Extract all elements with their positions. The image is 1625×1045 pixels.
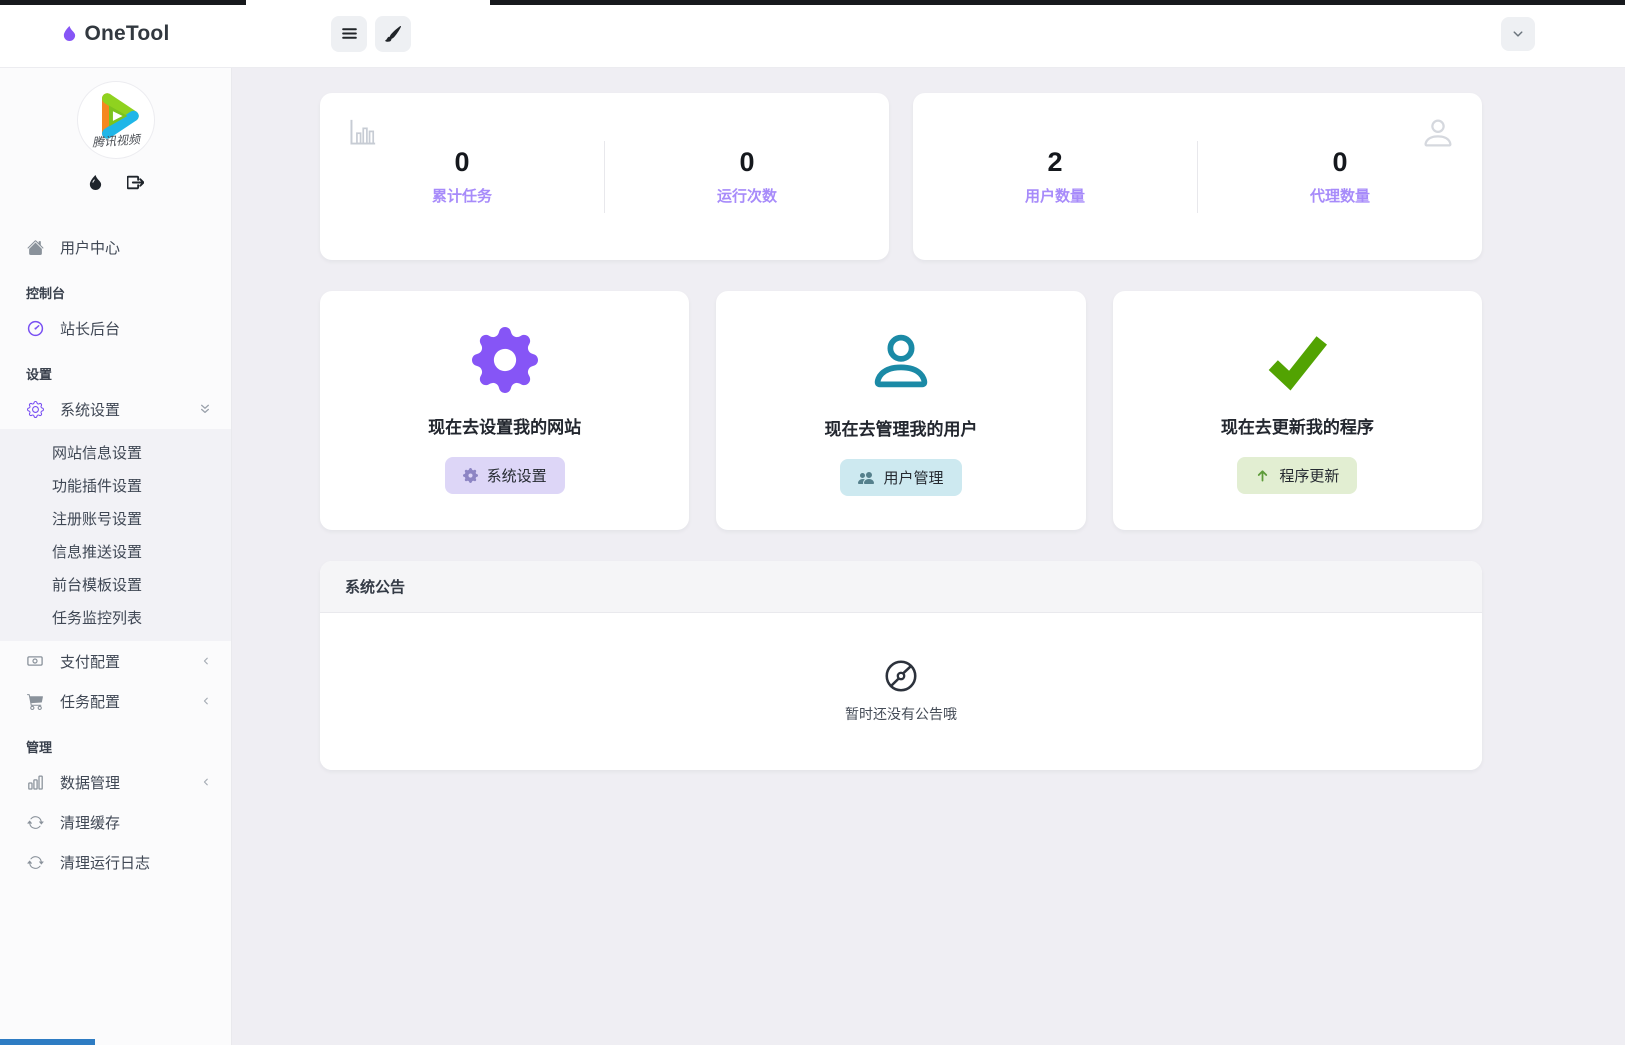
sidebar-section-settings: 设置 <box>0 348 231 389</box>
stat-value-runs: 0 <box>739 147 754 178</box>
sidebar-item-clear-cache[interactable]: 清理缓存 <box>0 802 231 842</box>
user-manage-button[interactable]: 用户管理 <box>840 459 961 496</box>
top-black-strip-left <box>0 0 246 5</box>
bottom-blue-strip <box>0 1039 95 1045</box>
sidebar-toggle-button[interactable] <box>331 16 367 52</box>
brand[interactable]: OneTool <box>0 22 232 46</box>
header-collapse-button[interactable] <box>1501 17 1535 51</box>
chevron-down-icon <box>1512 28 1524 40</box>
gear-icon <box>463 468 478 483</box>
button-label: 系统设置 <box>487 465 547 486</box>
sidebar-section-manage: 管理 <box>0 721 231 762</box>
sidebar: 腾讯视频 用户中心 控制台 <box>0 68 232 1045</box>
sidebar-item-label: 站长后台 <box>60 318 120 339</box>
chevron-left-icon <box>201 655 211 667</box>
sidebar-item-task-config[interactable]: 任务配置 <box>0 681 231 721</box>
gear-icon <box>472 327 538 393</box>
sidebar-item-label: 任务配置 <box>60 691 120 712</box>
sidebar-menu: 用户中心 控制台 站长后台 设置 系统设置 网站信息设置 <box>0 227 231 882</box>
logout-icon[interactable] <box>127 174 144 191</box>
button-label: 用户管理 <box>883 467 943 488</box>
sidebar-item-payment[interactable]: 支付配置 <box>0 641 231 681</box>
refresh-icon <box>26 814 44 831</box>
sidebar-item-label: 用户中心 <box>60 237 120 258</box>
people-icon <box>858 470 874 486</box>
brand-droplet-icon <box>62 25 77 42</box>
person-icon <box>1420 115 1456 156</box>
cash-icon <box>26 653 44 669</box>
droplet-icon[interactable] <box>88 174 103 191</box>
stat-card-tasks: 0 累计任务 0 运行次数 <box>320 93 889 260</box>
sidebar-item-label: 系统设置 <box>60 399 120 420</box>
announcement-title: 系统公告 <box>320 561 1482 613</box>
disc-slash-icon <box>884 659 918 693</box>
theme-button[interactable] <box>375 16 411 52</box>
arrow-up-icon <box>1255 468 1270 483</box>
gear-icon <box>26 401 44 418</box>
sidebar-item-webmaster[interactable]: 站长后台 <box>0 308 231 348</box>
home-icon <box>26 239 44 256</box>
action-card-update: 现在去更新我的程序 程序更新 <box>1113 291 1482 530</box>
action-card-site-settings: 现在去设置我的网站 系统设置 <box>320 291 689 530</box>
system-settings-button[interactable]: 系统设置 <box>445 457 565 494</box>
main-content: 0 累计任务 0 运行次数 2 用户数量 <box>232 68 1625 1045</box>
speedometer-icon <box>26 320 44 337</box>
submenu-item-site-info[interactable]: 网站信息设置 <box>0 436 231 469</box>
stat-value-tasks: 0 <box>454 147 469 178</box>
action-title: 现在去管理我的用户 <box>824 415 977 440</box>
action-title: 现在去更新我的程序 <box>1221 413 1374 438</box>
hamburger-icon <box>341 25 358 42</box>
stat-label-agents: 代理数量 <box>1310 185 1370 206</box>
action-card-user-manage: 现在去管理我的用户 用户管理 <box>716 291 1085 530</box>
sidebar-item-label: 清理运行日志 <box>60 852 150 873</box>
stat-value-users: 2 <box>1047 147 1062 178</box>
announcement-panel: 系统公告 暂时还没有公告哦 <box>320 561 1482 770</box>
submenu-item-plugins[interactable]: 功能插件设置 <box>0 469 231 502</box>
chevron-left-icon <box>201 776 211 788</box>
announcement-empty-text: 暂时还没有公告哦 <box>845 704 957 724</box>
stat-label-tasks: 累计任务 <box>432 185 492 206</box>
brand-name: OneTool <box>84 22 169 46</box>
sidebar-item-label: 数据管理 <box>60 772 120 793</box>
person-icon <box>867 327 935 395</box>
sidebar-item-label: 支付配置 <box>60 651 120 672</box>
sidebar-item-label: 清理缓存 <box>60 812 120 833</box>
cart-icon <box>26 693 44 710</box>
stat-value-agents: 0 <box>1332 147 1347 178</box>
stat-label-runs: 运行次数 <box>717 185 777 206</box>
bar-chart-icon <box>26 774 44 791</box>
sidebar-section-console: 控制台 <box>0 267 231 308</box>
chevron-left-icon <box>201 695 211 707</box>
sidebar-item-user-center[interactable]: 用户中心 <box>0 227 231 267</box>
submenu-item-template[interactable]: 前台模板设置 <box>0 568 231 601</box>
program-update-button[interactable]: 程序更新 <box>1237 457 1357 494</box>
sidebar-item-system-settings[interactable]: 系统设置 <box>0 389 231 429</box>
user-avatar[interactable]: 腾讯视频 <box>78 82 154 158</box>
system-settings-submenu: 网站信息设置 功能插件设置 注册账号设置 信息推送设置 前台模板设置 任务监控列… <box>0 429 231 641</box>
stat-card-users: 2 用户数量 0 代理数量 <box>913 93 1482 260</box>
top-navbar: OneTool <box>0 0 1625 68</box>
refresh-icon <box>26 854 44 871</box>
submenu-item-register[interactable]: 注册账号设置 <box>0 502 231 535</box>
action-title: 现在去设置我的网站 <box>428 413 581 438</box>
bar-chart-icon <box>346 115 380 154</box>
check-icon <box>1263 327 1331 393</box>
sidebar-item-clear-logs[interactable]: 清理运行日志 <box>0 842 231 882</box>
submenu-item-task-monitor[interactable]: 任务监控列表 <box>0 601 231 634</box>
chevron-double-down-icon <box>199 402 211 416</box>
brush-icon <box>385 26 401 42</box>
sidebar-item-data-manage[interactable]: 数据管理 <box>0 762 231 802</box>
top-black-strip-right <box>490 0 1625 5</box>
submenu-item-push[interactable]: 信息推送设置 <box>0 535 231 568</box>
stat-label-users: 用户数量 <box>1025 185 1085 206</box>
button-label: 程序更新 <box>1279 465 1339 486</box>
